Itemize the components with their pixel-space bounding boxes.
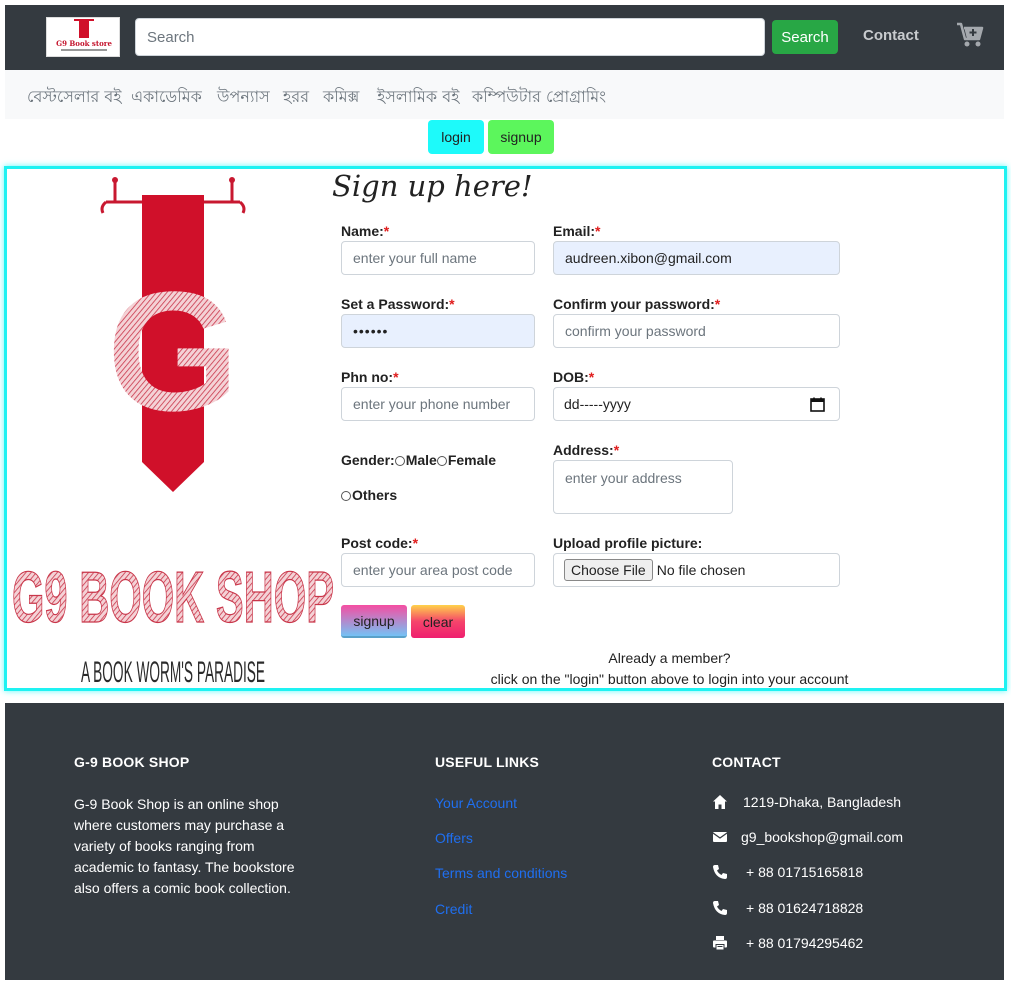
phone-icon (713, 901, 727, 915)
member-instruction: click on the "login" button above to log… (490, 671, 849, 687)
envelope-icon (712, 832, 728, 842)
search-input[interactable]: Search (135, 18, 765, 56)
footer-email-text: g9_bookshop@gmail.com (741, 829, 904, 845)
password-field[interactable]: •••••• (341, 314, 535, 348)
phone-label: Phn no:* (341, 369, 399, 385)
footer-link-offers[interactable]: Offers (435, 830, 473, 846)
contact-link[interactable]: Contact (863, 27, 919, 44)
category-horror[interactable]: হরর (283, 84, 309, 111)
female-label: Female (447, 452, 497, 468)
footer: G-9 BOOK SHOP G-9 Book Shop is an online… (5, 703, 1004, 980)
login-button[interactable]: login (428, 120, 484, 154)
email-field[interactable]: audreen.xibon@gmail.com (553, 241, 840, 275)
footer-link-account[interactable]: Your Account (435, 795, 517, 811)
calendar-icon[interactable] (810, 397, 825, 412)
brand-name: G9 BOOK SHOP (12, 558, 334, 638)
footer-contact-heading: CONTACT (712, 754, 781, 770)
site-logo[interactable]: G9 Book store (46, 17, 120, 57)
signup-submit-button[interactable]: signup (341, 605, 407, 638)
no-file-text: No file chosen (656, 562, 746, 578)
address-textarea[interactable]: enter your address (553, 460, 733, 514)
female-radio[interactable] (436, 456, 447, 466)
confirm-password-field[interactable]: confirm your password (553, 314, 840, 348)
footer-phone-1-text: + 88 01715165818 (746, 864, 864, 880)
logo-text: G9 Book store (56, 39, 112, 48)
upload-label: Upload profile picture: (553, 535, 703, 551)
phone-icon (713, 865, 727, 879)
logo-flag (79, 20, 89, 38)
footer-phone-2: + 88 01624718828 (712, 900, 863, 916)
male-label: Male (405, 452, 437, 468)
name-label: Name:* (341, 223, 390, 239)
others-label: Others (352, 487, 398, 503)
footer-fax-text: + 88 01794295462 (746, 935, 864, 951)
footer-links-heading: USEFUL LINKS (435, 754, 540, 770)
footer-phone-1: + 88 01715165818 (712, 864, 863, 880)
logo-underline (61, 49, 107, 51)
search-button[interactable]: Search (772, 20, 838, 54)
name-field[interactable]: enter your full name (341, 241, 535, 275)
dob-placeholder: dd-----yyyy (564, 396, 631, 412)
others-radio[interactable] (341, 491, 351, 501)
gender-label: Gender: (341, 452, 395, 468)
footer-address-text: 1219-Dhaka, Bangladesh (743, 794, 902, 810)
g9-brand-image: G G9 BOOK SHOP A BOOK WORM'S PARADISE (11, 177, 335, 688)
home-icon (713, 795, 727, 809)
brand-letter: G (107, 257, 239, 447)
gender-others-row: Others (341, 487, 397, 503)
signup-card: G G9 BOOK SHOP A BOOK WORM'S PARADISE Si… (4, 166, 1007, 691)
footer-about-heading: G-9 BOOK SHOP (74, 754, 190, 770)
footer-email: g9_bookshop@gmail.com (712, 829, 903, 845)
category-bestseller[interactable]: বেস্টসেলার বই (27, 84, 122, 111)
signup-nav-button[interactable]: signup (488, 120, 554, 154)
phone-field[interactable]: enter your phone number (341, 387, 535, 421)
category-islamic[interactable]: ইসলামিক বই (377, 84, 459, 111)
postcode-label: Post code:* (341, 535, 419, 551)
cart-plus-icon[interactable] (956, 22, 984, 48)
postcode-field[interactable]: enter your area post code (341, 553, 535, 587)
dob-label: DOB:* (553, 369, 595, 385)
clear-button[interactable]: clear (411, 605, 465, 638)
gender-row: Gender: Male Female (341, 452, 496, 468)
footer-phone-2-text: + 88 01624718828 (746, 900, 864, 916)
footer-link-terms[interactable]: Terms and conditions (435, 865, 567, 881)
footer-address: 1219-Dhaka, Bangladesh (712, 794, 901, 810)
member-question: Already a member? (608, 650, 731, 666)
footer-about-text: G-9 Book Shop is an online shop where cu… (74, 796, 295, 896)
password-label: Set a Password:* (341, 296, 455, 312)
form-title: Sign up here! (332, 169, 533, 203)
upload-field: Choose File No file chosen (553, 553, 840, 587)
footer-link-credit[interactable]: Credit (435, 901, 472, 917)
category-bar: বেস্টসেলার বই একাডেমিক উপন্যাস হরর কমিক্… (5, 70, 1004, 119)
confirm-password-label: Confirm your password:* (553, 296, 721, 312)
dob-field[interactable]: dd-----yyyy (553, 387, 840, 421)
category-comics[interactable]: কমিক্স (323, 84, 359, 111)
print-icon (713, 936, 727, 951)
top-navbar: G9 Book store Search Search Contact (5, 5, 1004, 70)
footer-fax: + 88 01794295462 (712, 935, 863, 951)
male-radio[interactable] (394, 456, 405, 466)
email-label: Email:* (553, 223, 601, 239)
address-label: Address:* (553, 442, 620, 458)
category-programming[interactable]: কম্পিউটার প্রোগ্রামিং (472, 84, 606, 111)
choose-file-button[interactable]: Choose File (564, 559, 653, 581)
brand-tagline: A BOOK WORM'S PARADISE (81, 656, 265, 688)
category-academic[interactable]: একাডেমিক (131, 84, 202, 111)
category-novel[interactable]: উপন্যাস (217, 84, 270, 111)
